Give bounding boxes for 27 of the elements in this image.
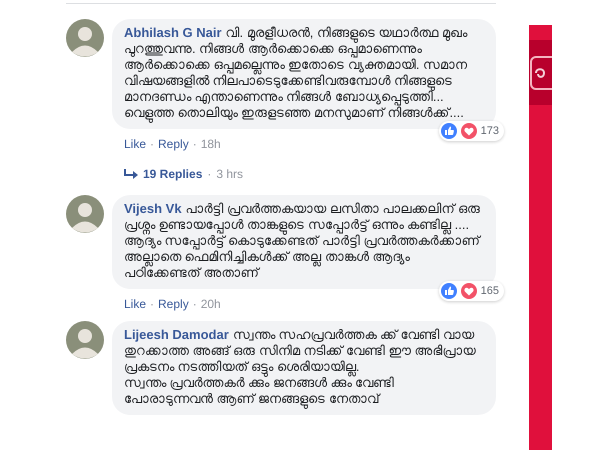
action-link[interactable]: Like <box>124 297 146 311</box>
separator: · <box>207 167 212 181</box>
reaction-count: 165 <box>480 284 499 299</box>
separator: · <box>192 297 197 311</box>
comment-text: Abhilash G Nair വി. മുരളീധരൻ, നിങ്ങളുടെ യഥാർത്ഥ മുഖം പുറത്തുവന്നു. നിങ്ങൾ ആർക്കൊക്കെ ഒപ്പമാണെന്നും ആർക്കൊക്കെ ഒപ്പമല്ലെന്നും ഇതോടെ വ്യക്തമായി. സമാന വിഷയങ്ങളിൽ നിലപാടെടുക്കേണ്ടിവരുമ്പോൾ നിങ്ങളുടെ മാനദണ്ഡം എന്താണെന്നും നിങ്ങൾ ബോധ്യപ്പെടുത്തി... വെളുത്ത തൊലിയും ഇരുളടഞ്ഞ മനസുമാണ് നിങ്ങൾക്ക്.... <box>124 25 484 121</box>
reaction-count: 173 <box>480 124 499 139</box>
author-link[interactable]: Lijeesh Damodar <box>124 327 229 342</box>
like-icon <box>440 283 457 299</box>
avatar[interactable] <box>66 195 104 233</box>
replies-link[interactable]: 19 Replies <box>143 167 202 181</box>
action-link[interactable]: Like <box>124 137 146 151</box>
author-link[interactable]: Abhilash G Nair <box>124 25 222 40</box>
author-link[interactable]: Vijesh Vk <box>124 201 182 216</box>
avatar[interactable] <box>66 19 104 57</box>
comment-text: Lijeesh Damodar സ്വന്തം സഹപ്രവർത്തക ക്ക് വേണ്ടി വായ തുറക്കാത്ത അങ്ങ് ഒരു സിനിമ നടിക്ക് വേണ്ടി ഈ അഭിപ്രായ പ്രകടനം നടത്തിയത് ഒട്ടും ശെരിയായില്ല. <box>124 327 484 375</box>
separator: · <box>150 297 154 311</box>
reply-arrow-icon <box>124 169 138 179</box>
like-icon <box>440 123 457 139</box>
separator: · <box>150 137 154 151</box>
timestamp: 3 hrs <box>216 167 244 181</box>
reactions-badge[interactable]: 165 <box>438 281 504 301</box>
separator: · <box>192 137 197 151</box>
comment-text: Vijesh Vk പാർട്ടി പ്രവർത്തകയായ ലസിതാ പാലക്കലിന് ഒരു പ്രശ്നം ഉണ്ടായപ്പോൾ താങ്കളുടെ സപ്പോർട്ട് ഒന്നും കണ്ടില്ല .... <box>124 201 484 233</box>
avatar[interactable] <box>66 321 104 359</box>
reactions-badge[interactable]: 173 <box>438 121 504 141</box>
action-link[interactable]: Reply <box>158 137 189 151</box>
action-link[interactable]: Reply <box>158 297 189 311</box>
